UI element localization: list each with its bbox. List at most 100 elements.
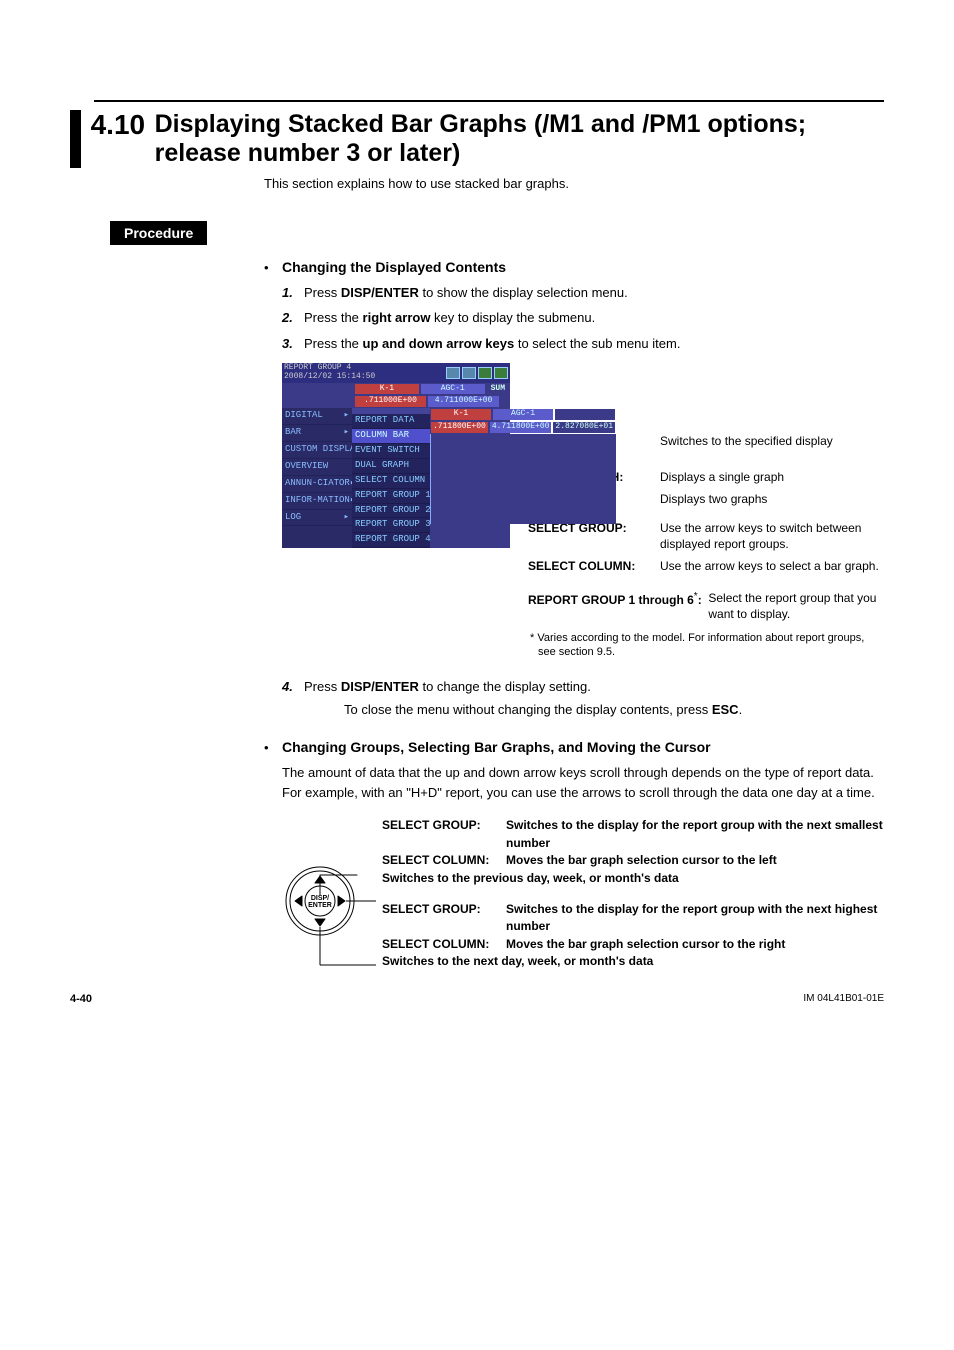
subsection-2-title: Changing Groups, Selecting Bar Graphs, a… xyxy=(282,739,711,755)
ui-side-item: LOG▸ xyxy=(282,510,352,527)
step-text: Press the right arrow key to display the… xyxy=(304,308,884,328)
callout-desc: Select the report group that you want to… xyxy=(708,590,884,622)
text: . xyxy=(739,702,743,717)
key-name: right arrow xyxy=(363,310,431,325)
footnote-text: Varies according to the model. For infor… xyxy=(537,632,864,658)
desc: Moves the bar graph selection cursor to … xyxy=(506,936,785,953)
heading-bar xyxy=(70,110,81,168)
ui-titlebar: REPORT GROUP 4 2008/12/02 15:14:50 xyxy=(282,363,510,383)
ui-cell: .711000E+00 xyxy=(355,396,426,407)
subsection-1: • Changing the Displayed Contents xyxy=(264,259,884,283)
dpad-label-1: DISP/ xyxy=(311,895,329,902)
ui-submenu: REPORT DATA COLUMN BAR EVENT SWITCH DUAL… xyxy=(352,408,430,548)
section-title: Displaying Stacked Bar Graphs (/M1 and /… xyxy=(155,110,884,168)
step-4: 4. Press DISP/ENTER to change the displa… xyxy=(282,677,884,719)
ui-sub-item: REPORT GROUP 1 xyxy=(352,489,430,504)
ui-sub-item: REPORT GROUP 4 xyxy=(352,533,430,548)
step-number: 4. xyxy=(282,677,304,719)
ui-main: DIGITAL▸ BAR▸ CUSTOM DISPLAY▸ OVERVIEW A… xyxy=(282,408,510,548)
callout-label: REPORT GROUP 1 through 6*: xyxy=(528,590,708,622)
dpad-descriptions: SELECT GROUP:Switches to the display for… xyxy=(382,817,884,984)
desc: Switches to the previous day, week, or m… xyxy=(382,870,679,887)
step-2: 2. Press the right arrow key to display … xyxy=(282,308,884,328)
device-screenshot: REPORT GROUP 4 2008/12/02 15:14:50 K-1 A… xyxy=(282,363,510,548)
key-name: ESC xyxy=(712,702,739,717)
ui-top-arrow xyxy=(283,384,353,395)
ui-timestamp: 2008/12/02 15:14:50 xyxy=(284,373,375,382)
ui-side-item: BAR▸ xyxy=(282,425,352,442)
ui-side-item: ANNUN-CIATOR▸ xyxy=(282,476,352,493)
subsection-2: • Changing Groups, Selecting Bar Graphs,… xyxy=(264,739,884,763)
ui-side-item: CUSTOM DISPLAY▸ xyxy=(282,442,352,459)
text: REPORT GROUP 1 through 6 xyxy=(528,593,694,607)
callout-desc: Use the arrow keys to switch between dis… xyxy=(660,520,884,552)
text: Press the xyxy=(304,336,363,351)
step-3: 3. Press the up and down arrow keys to s… xyxy=(282,334,884,354)
page-number: 4-40 xyxy=(70,993,92,1005)
page-footer: 4-40 IM 04L41B01-01E xyxy=(70,993,884,1005)
callout-desc: Displays two graphs xyxy=(660,491,884,507)
device-figure: REPORT GROUP 4 2008/12/02 15:14:50 K-1 A… xyxy=(282,363,884,659)
ui-status-icons xyxy=(446,367,508,379)
ui-cell: K-1 xyxy=(355,384,419,395)
label: SELECT GROUP: xyxy=(382,901,506,936)
text: Press xyxy=(304,679,341,694)
text: : xyxy=(698,593,702,607)
desc: Switches to the display for the report g… xyxy=(506,817,884,852)
desc: Switches to the display for the report g… xyxy=(506,901,884,936)
top-rule xyxy=(94,100,884,102)
label: SELECT COLUMN: xyxy=(382,852,506,869)
label: SELECT COLUMN: xyxy=(382,936,506,953)
disp-icon xyxy=(446,367,460,379)
step-number: 1. xyxy=(282,283,304,303)
text: to show the display selection menu. xyxy=(419,285,628,300)
ui-right-panel: K-1 AGC-1 .711800E+00 4.711800E+00 2.827… xyxy=(430,408,616,548)
callout-desc: Switches to the specified display xyxy=(660,433,884,449)
section-heading: 4.10 Displaying Stacked Bar Graphs (/M1 … xyxy=(70,110,884,168)
text: Press the xyxy=(304,310,363,325)
procedure-label: Procedure xyxy=(110,221,207,245)
camera-icon xyxy=(478,367,492,379)
ui-cell: AGC-1 xyxy=(493,409,553,420)
ui-data-rows: K-1 AGC-1 SUM .711000E+00 4.711000E+00 xyxy=(282,383,510,409)
step-number: 3. xyxy=(282,334,304,354)
ui-sub-item: REPORT GROUP 2 xyxy=(352,504,430,519)
ui-side-item: INFOR-MATION▸ xyxy=(282,493,352,510)
desc: Switches to the next day, week, or month… xyxy=(382,953,653,970)
callout-desc: Displays a single graph xyxy=(660,469,884,485)
step-1: 1. Press DISP/ENTER to show the display … xyxy=(282,283,884,303)
bullet-icon: • xyxy=(264,260,282,275)
ui-cell: .711800E+00 xyxy=(431,422,488,433)
step-number: 2. xyxy=(282,308,304,328)
time-icon xyxy=(462,367,476,379)
text: key to display the submenu. xyxy=(430,310,595,325)
dpad-figure: DISP/ ENTER SELECT GROUP:Switches to the… xyxy=(282,817,884,984)
callout-desc: Use the arrow keys to select a bar graph… xyxy=(660,558,884,574)
text: to select the sub menu item. xyxy=(514,336,680,351)
ui-sum-label: SUM xyxy=(487,384,509,395)
text: Press xyxy=(304,285,341,300)
ui-side-menu: DIGITAL▸ BAR▸ CUSTOM DISPLAY▸ OVERVIEW A… xyxy=(282,408,352,548)
ui-cell: 4.711800E+00 xyxy=(490,422,552,433)
ui-chart-area xyxy=(430,434,616,524)
section-number: 4.10 xyxy=(91,110,155,141)
document-code: IM 04L41B01-01E xyxy=(803,993,884,1005)
ui-sub-item: EVENT SWITCH xyxy=(352,444,430,459)
text: to change the display setting. xyxy=(419,679,591,694)
footnote-mark: * xyxy=(530,632,534,644)
key-name: up and down arrow keys xyxy=(363,336,515,351)
ui-value: 2.827080E+01 xyxy=(553,422,615,433)
ui-side-item: OVERVIEW xyxy=(282,459,352,476)
bullet-icon: • xyxy=(264,740,282,755)
ui-sub-item: REPORT GROUP 3 xyxy=(352,518,430,533)
dpad-icon: DISP/ ENTER xyxy=(282,863,358,939)
dpad-label-2: ENTER xyxy=(308,902,332,909)
key-name: DISP/ENTER xyxy=(341,679,419,694)
step-text: Press the up and down arrow keys to sele… xyxy=(304,334,884,354)
ui-cell: K-1 xyxy=(431,409,491,420)
ui-sub-item: REPORT DATA xyxy=(352,414,430,429)
ui-side-item: DIGITAL▸ xyxy=(282,408,352,425)
key-name: DISP/ENTER xyxy=(341,285,419,300)
ui-cell: 4.711000E+00 xyxy=(428,396,499,407)
subsection-2-para: The amount of data that the up and down … xyxy=(282,763,884,803)
